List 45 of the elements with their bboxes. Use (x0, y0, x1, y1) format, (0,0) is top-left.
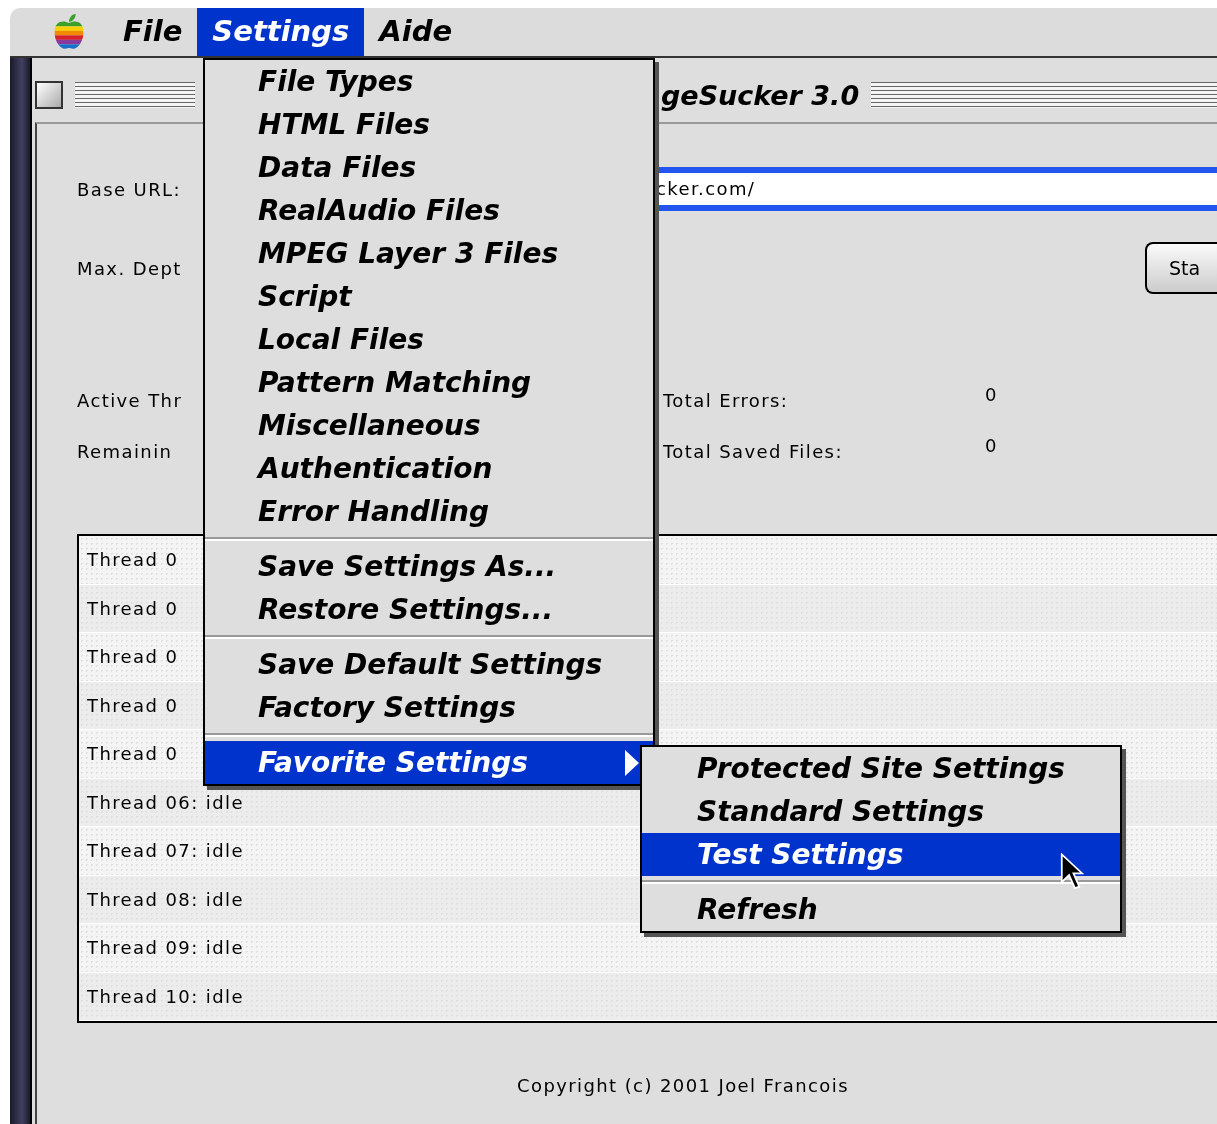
thread-status: Thread 0 (87, 694, 179, 716)
menu-item[interactable]: Factory Settings (205, 686, 653, 729)
thread-status: Thread 0 (87, 597, 179, 619)
stat-label: Total Errors: (663, 390, 789, 411)
menu-title[interactable]: Aide (364, 8, 468, 56)
menu-item[interactable]: Authentication (205, 447, 653, 490)
menu-title[interactable]: Settings (197, 8, 365, 56)
thread-status: Thread 0 (87, 646, 179, 668)
thread-status: Thread 09: idle (87, 937, 244, 959)
field-label: Max. Dept (77, 257, 182, 279)
thread-status: Thread 07: idle (87, 840, 244, 862)
menu-item[interactable]: Standard Settings (642, 790, 1120, 833)
menu-item[interactable]: HTML Files (205, 103, 653, 146)
close-box-icon[interactable] (35, 81, 63, 109)
start-button[interactable]: Sta (1145, 242, 1217, 294)
menu-item[interactable]: Favorite Settings (205, 741, 653, 784)
menu-item[interactable]: RealAudio Files (205, 189, 653, 232)
menu-item[interactable]: Local Files (205, 318, 653, 361)
menu-item[interactable]: Save Settings As... (205, 545, 653, 588)
menu-item[interactable]: Save Default Settings (205, 643, 653, 686)
menu-item[interactable]: Error Handling (205, 490, 653, 533)
stat-value: 0 (985, 435, 999, 456)
menu-title[interactable]: File (108, 8, 198, 56)
window-title: geSucker 3.0 (661, 79, 860, 111)
menu-item[interactable]: Data Files (205, 146, 653, 189)
field-label: Base URL: (77, 178, 181, 200)
copyright-text: Copyright (c) 2001 Joel Francois (516, 1075, 850, 1096)
thread-status: Thread 10: idle (87, 985, 244, 1007)
menu-item[interactable]: MPEG Layer 3 Files (205, 232, 653, 275)
stat-label: Total Saved Files: (663, 441, 843, 462)
menu-item[interactable]: Restore Settings... (205, 588, 653, 631)
menu-item[interactable]: Pattern Matching (205, 361, 653, 404)
menu-item[interactable]: File Types (205, 60, 653, 103)
thread-status: Thread 0 (87, 549, 179, 571)
menu-item[interactable]: Refresh (642, 888, 1120, 931)
apple-menu-icon[interactable] (52, 13, 86, 51)
menu-item[interactable]: Miscellaneous (205, 404, 653, 447)
thread-status: Thread 0 (87, 743, 179, 765)
thread-status: Thread 06: idle (87, 791, 244, 813)
stat-value: 0 (985, 384, 999, 405)
menu-item[interactable]: Script (205, 275, 653, 318)
stat-label: Remainin (77, 441, 173, 462)
stat-label: Active Thr (77, 390, 183, 411)
menu-item[interactable]: Test Settings (642, 833, 1120, 876)
thread-status: Thread 08: idle (87, 888, 244, 910)
